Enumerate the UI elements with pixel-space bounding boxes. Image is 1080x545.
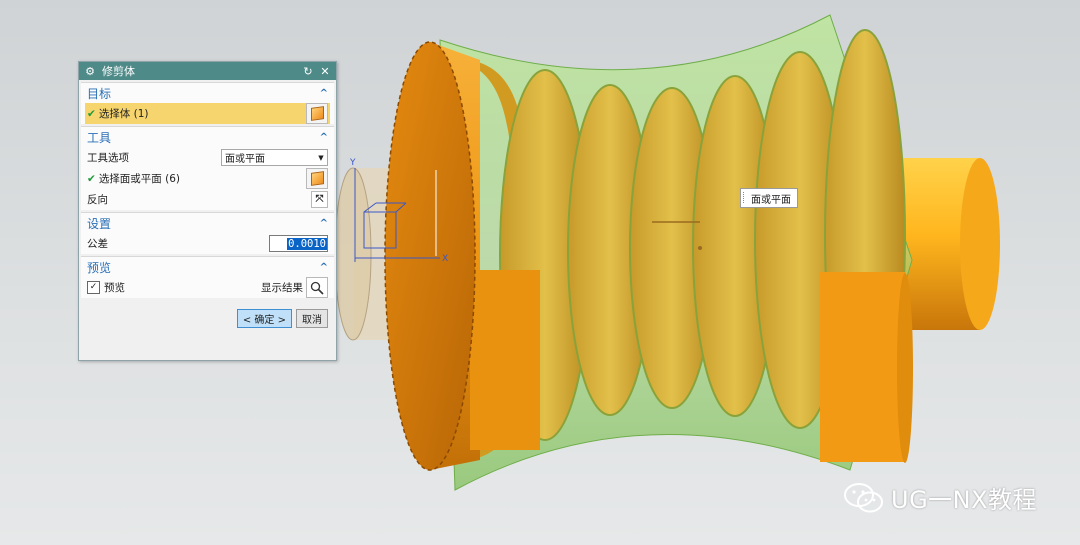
- right-disk[interactable]: [820, 272, 913, 463]
- target-group: 目标 ^ ✔ 选择体 (1): [81, 82, 334, 124]
- select-face-cube-icon[interactable]: [306, 168, 328, 189]
- collapse-caret-icon[interactable]: ^: [320, 218, 328, 229]
- reverse-direction-icon[interactable]: ⤧: [311, 191, 328, 208]
- preview-header-label: 预览: [87, 260, 112, 275]
- ok-button[interactable]: < 确定 >: [236, 308, 292, 328]
- collapse-caret-icon[interactable]: ^: [320, 88, 328, 99]
- tooltip-text: 面或平面: [751, 194, 791, 206]
- settings-group: 设置 ^ 公差 0.0010: [81, 212, 334, 254]
- collapse-caret-icon[interactable]: ^: [320, 132, 328, 143]
- chevron-down-icon[interactable]: ▼: [315, 154, 327, 162]
- gear-icon[interactable]: ⚙: [83, 65, 97, 78]
- tool-option-row: 工具选项 面或平面 ▼: [81, 147, 334, 168]
- settings-header-label: 设置: [87, 216, 112, 231]
- tool-option-label: 工具选项: [87, 152, 129, 164]
- tool-group: 工具 ^ 工具选项 面或平面 ▼ ✔ 选择面或平面 (6) 反向 ⤧: [81, 126, 334, 210]
- selection-tooltip: 面或平面: [740, 188, 798, 208]
- tool-header-label: 工具: [87, 130, 112, 145]
- collapse-caret-icon[interactable]: ^: [320, 262, 328, 273]
- select-body-cube-icon[interactable]: [306, 103, 328, 124]
- triad-x-label: X: [442, 254, 448, 264]
- select-face-row[interactable]: ✔ 选择面或平面 (6): [81, 168, 334, 189]
- close-icon[interactable]: ✕: [318, 65, 332, 78]
- point-marker: [698, 246, 702, 250]
- magnifier-icon[interactable]: [306, 277, 328, 298]
- select-body-row[interactable]: ✔ 选择体 (1): [85, 103, 330, 124]
- check-icon: ✔: [87, 107, 96, 120]
- tolerance-row: 公差 0.0010: [81, 233, 334, 254]
- reset-icon[interactable]: ↻: [301, 65, 315, 78]
- wechat-icon: [844, 482, 883, 512]
- dialog-title: 修剪体: [102, 65, 135, 78]
- tolerance-label: 公差: [87, 238, 108, 250]
- tolerance-input[interactable]: 0.0010: [269, 235, 328, 252]
- watermark-text: UG一NX教程: [891, 486, 1038, 514]
- select-body-label: 选择体 (1): [98, 108, 149, 120]
- tolerance-value: 0.0010: [287, 237, 327, 250]
- preview-label: 预览: [104, 282, 125, 294]
- tool-group-header[interactable]: 工具 ^: [81, 127, 334, 147]
- settings-group-header[interactable]: 设置 ^: [81, 213, 334, 233]
- preview-row: ✓ 预览 显示结果: [81, 277, 334, 298]
- reverse-row: 反向 ⤧: [81, 189, 334, 210]
- reverse-label: 反向: [87, 194, 108, 206]
- preview-checkbox[interactable]: ✓: [87, 281, 100, 294]
- tool-option-dropdown[interactable]: 面或平面 ▼: [221, 149, 328, 166]
- target-group-header[interactable]: 目标 ^: [81, 83, 334, 103]
- select-face-label: 选择面或平面 (6): [98, 173, 181, 185]
- check-icon: ✔: [87, 172, 96, 185]
- dialog-titlebar[interactable]: ⚙ 修剪体 ↻ ✕: [79, 62, 336, 80]
- tool-option-value: 面或平面: [225, 154, 265, 165]
- show-result-label: 显示结果: [261, 282, 303, 294]
- triad-y-label: Y: [349, 158, 356, 168]
- preview-group: 预览 ^ ✓ 预览 显示结果: [81, 256, 334, 298]
- preview-group-header[interactable]: 预览 ^: [81, 257, 334, 277]
- target-header-label: 目标: [87, 86, 112, 101]
- cancel-button[interactable]: 取消: [296, 308, 328, 328]
- trim-body-dialog: ⚙ 修剪体 ↻ ✕ 目标 ^ ✔ 选择体 (1) 工具 ^ 工具选项 面或平面 …: [78, 61, 337, 361]
- watermark: UG一NX教程: [843, 480, 1037, 515]
- dialog-footer: < 确定 > 取消: [79, 304, 336, 332]
